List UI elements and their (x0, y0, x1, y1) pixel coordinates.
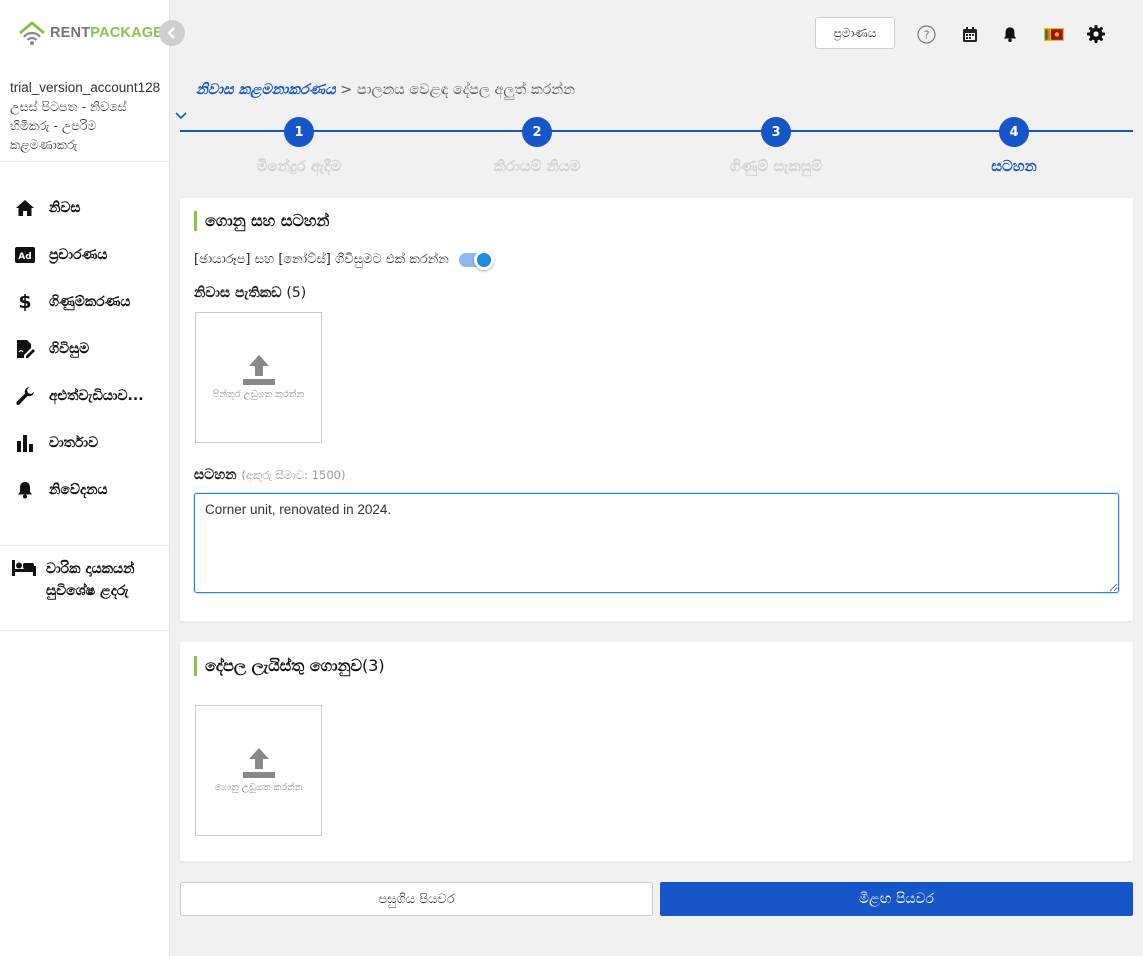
svg-text:?: ? (923, 28, 929, 41)
ad-icon: Ad (14, 244, 36, 266)
step-1-circle[interactable]: 1 (284, 117, 314, 147)
bell-icon (14, 479, 36, 501)
photos-count: (5) (286, 285, 307, 301)
sidebar-item-notifications[interactable]: නිවේදනය (14, 479, 108, 501)
notification-bell-icon[interactable] (1000, 24, 1020, 44)
settings-gear-icon[interactable] (1086, 24, 1106, 44)
sidebar-item-contract[interactable]: ගිවිසුම (14, 338, 89, 360)
step-3-label: ගිණුම් සැකසුම් (729, 157, 823, 175)
sidebar-item-label: නිවේදනය (49, 482, 108, 498)
brand-name: RENTPACKAGE (50, 25, 164, 41)
step-2-label: කිරායම් නියම (493, 157, 581, 175)
account-info: trial_version_account128 උසස් පිටපත - නි… (10, 78, 166, 154)
top-bar: ප්‍රමාණය ? (170, 0, 1143, 66)
sri-lanka-flag-icon[interactable] (1044, 24, 1064, 44)
sidebar: RENTPACKAGE trial_version_account128 උසස… (0, 0, 170, 956)
promo-label: වාරික දායකයන් සුවිශේෂ ළදරු (46, 561, 135, 599)
wifi-house-logo-icon (19, 21, 45, 45)
attach-toggle-label: [ඡායාරූප] සහ [නෝට්ස්] ගිවිසුමට එක් කරන්න (194, 252, 449, 267)
attach-to-contract-toggle[interactable] (458, 249, 494, 270)
property-files-count: (3) (361, 656, 385, 675)
attach-toggle-row: [ඡායාරූප] සහ [නෝට්ස්] ගිවිසුමට එක් කරන්න (194, 249, 494, 270)
chevron-down-icon[interactable] (174, 106, 188, 125)
sidebar-item-advertising[interactable]: Ad ප්‍රචාරණය (14, 244, 107, 266)
sidebar-divider (0, 161, 170, 162)
property-files-card: දේපල ලැයිස්තු ගොනුව(3) ගොනු උඩුගත කරන්න (180, 642, 1133, 861)
step-1-label: මිනේදුර ඇදීම (256, 157, 342, 175)
step-4-circle[interactable]: 4 (999, 117, 1029, 147)
upload-icon (242, 748, 275, 778)
sidebar-collapse-button[interactable] (159, 20, 185, 46)
upload-photo-box[interactable]: පින්තූර උඩුගත කරන්න (195, 312, 322, 443)
upload-file-box[interactable]: ගොනු උඩුගත කරන්න (195, 705, 322, 836)
step-4-label: සටහන (991, 157, 1037, 175)
home-icon (14, 197, 36, 219)
sidebar-item-label: ගිවිසුම (49, 341, 90, 357)
sidebar-item-label: ගිණුම්කරණය (49, 294, 131, 310)
breadcrumb: නිවාස කළමනාකරණය > පාලනය වෙළඳ දේපල අලුත් … (196, 82, 575, 98)
sidebar-item-label: අළුත්වැඩියාව... (49, 388, 144, 404)
breadcrumb-current: පාලනය වෙළඳ දේපල අලුත් කරන්න (356, 82, 575, 98)
stepper-line (180, 130, 1133, 132)
wrench-icon (14, 385, 36, 407)
step-3-circle[interactable]: 3 (761, 117, 791, 147)
next-step-button[interactable]: මීළඟ පියවර (660, 882, 1133, 916)
breadcrumb-separator: > (340, 82, 353, 98)
bar-chart-icon (14, 432, 36, 454)
account-username: trial_version_account128 (10, 80, 161, 95)
notes-textarea[interactable]: Corner unit, renovated in 2024. (194, 493, 1119, 593)
account-role: උසස් පිටපත - නිවසේ හිමිකරු - උපරිම කළමණා… (10, 99, 127, 152)
dollar-icon: $ (18, 291, 32, 313)
sidebar-divider (0, 630, 170, 631)
help-icon[interactable]: ? (916, 24, 936, 44)
sidebar-item-home[interactable]: නිවස (14, 197, 81, 219)
logo[interactable]: RENTPACKAGE (18, 20, 163, 46)
sidebar-divider (0, 545, 170, 546)
property-photos-label: නිවාස පැතිකඩ (5) (194, 285, 307, 301)
calendar-icon[interactable] (960, 24, 980, 44)
sidebar-item-label: නිවස (49, 200, 81, 216)
sidebar-item-accounting[interactable]: $ ගිණුම්කරණය (14, 291, 130, 313)
toggle-knob (473, 249, 494, 270)
chevron-left-icon (167, 27, 175, 39)
step-2-circle[interactable]: 2 (522, 117, 552, 147)
notes-label: සටහන (අකුරු සීමාව: 1500) (194, 467, 346, 483)
sidebar-item-label: ප්‍රචාරණය (49, 247, 108, 263)
sidebar-item-maintenance[interactable]: අළුත්වැඩියාව... (14, 385, 144, 407)
bed-icon (12, 558, 36, 602)
upload-icon (242, 355, 275, 385)
property-files-title: දේපල ලැයිස්තු ගොනුව(3) (194, 656, 385, 676)
notes-limit: (අකුරු සීමාව: 1500) (241, 468, 346, 482)
files-notes-card: ගොනු සහ සටහන් [ඡායාරූප] සහ [නෝට්ස්] ගිවි… (180, 198, 1133, 621)
contract-icon (14, 338, 36, 360)
upload-file-label: ගොනු උඩුගත කරන්න (214, 782, 303, 793)
files-notes-title: ගොනු සහ සටහන් (194, 211, 329, 231)
sidebar-item-premium-promo[interactable]: වාරික දායකයන් සුවිශේෂ ළදරු (12, 558, 162, 602)
sidebar-item-label: වාර්තාව (49, 435, 99, 451)
svg-text:Ad: Ad (18, 252, 31, 262)
previous-step-button[interactable]: පසුගිය පියවර (180, 882, 653, 916)
authority-button[interactable]: ප්‍රමාණය (815, 17, 895, 49)
breadcrumb-parent-link[interactable]: නිවාස කළමනාකරණය (196, 82, 336, 98)
sidebar-item-reports[interactable]: වාර්තාව (14, 432, 98, 454)
upload-photo-label: පින්තූර උඩුගත කරන්න (212, 389, 305, 400)
